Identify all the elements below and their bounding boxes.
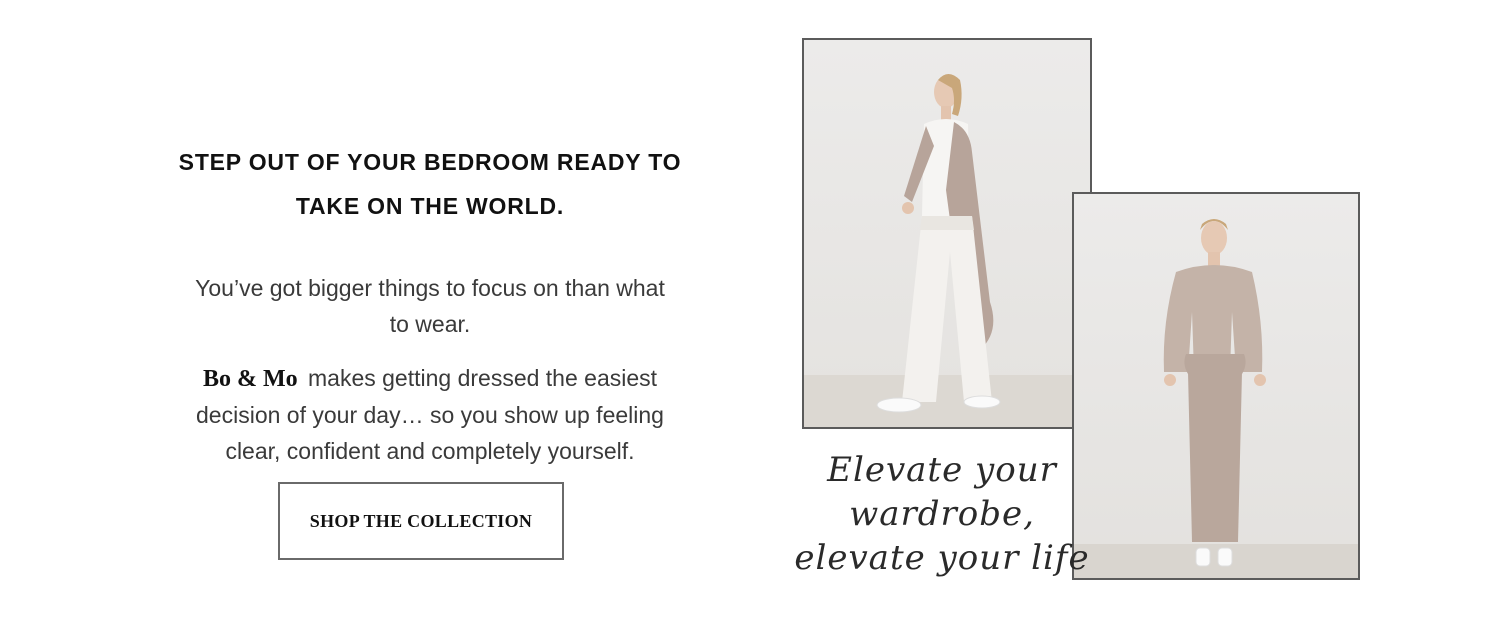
lead-line-2: to wear. xyxy=(389,311,471,337)
headline: STEP OUT OF YOUR BEDROOM READY TO TAKE O… xyxy=(140,140,720,228)
lead-paragraph: You’ve got bigger things to focus on tha… xyxy=(140,270,720,342)
body-line-3: clear, confident and completely yourself… xyxy=(225,438,635,464)
hero-text-block: STEP OUT OF YOUR BEDROOM READY TO TAKE O… xyxy=(140,140,720,469)
tagline-line-2: elevate your life xyxy=(794,538,1090,578)
body-line-1: makes getting dressed the easiest xyxy=(308,365,658,391)
body-paragraph: Bo & Mo makes getting dressed the easies… xyxy=(140,360,720,469)
tagline-line-1: Elevate your wardrobe, xyxy=(827,450,1057,534)
shop-collection-button[interactable]: SHOP THE COLLECTION xyxy=(278,482,564,560)
tagline-script: Elevate your wardrobe, elevate your life xyxy=(752,448,1132,580)
lead-line-1: You’ve got bigger things to focus on tha… xyxy=(195,275,665,301)
headline-line-1: STEP OUT OF YOUR BEDROOM READY TO xyxy=(178,149,682,175)
product-photo-walking xyxy=(802,38,1092,429)
body-line-2: decision of your day… so you show up fee… xyxy=(196,402,664,428)
headline-line-2: TAKE ON THE WORLD. xyxy=(295,193,565,219)
brand-name: Bo & Mo xyxy=(202,366,298,392)
shop-collection-label: SHOP THE COLLECTION xyxy=(309,510,533,531)
